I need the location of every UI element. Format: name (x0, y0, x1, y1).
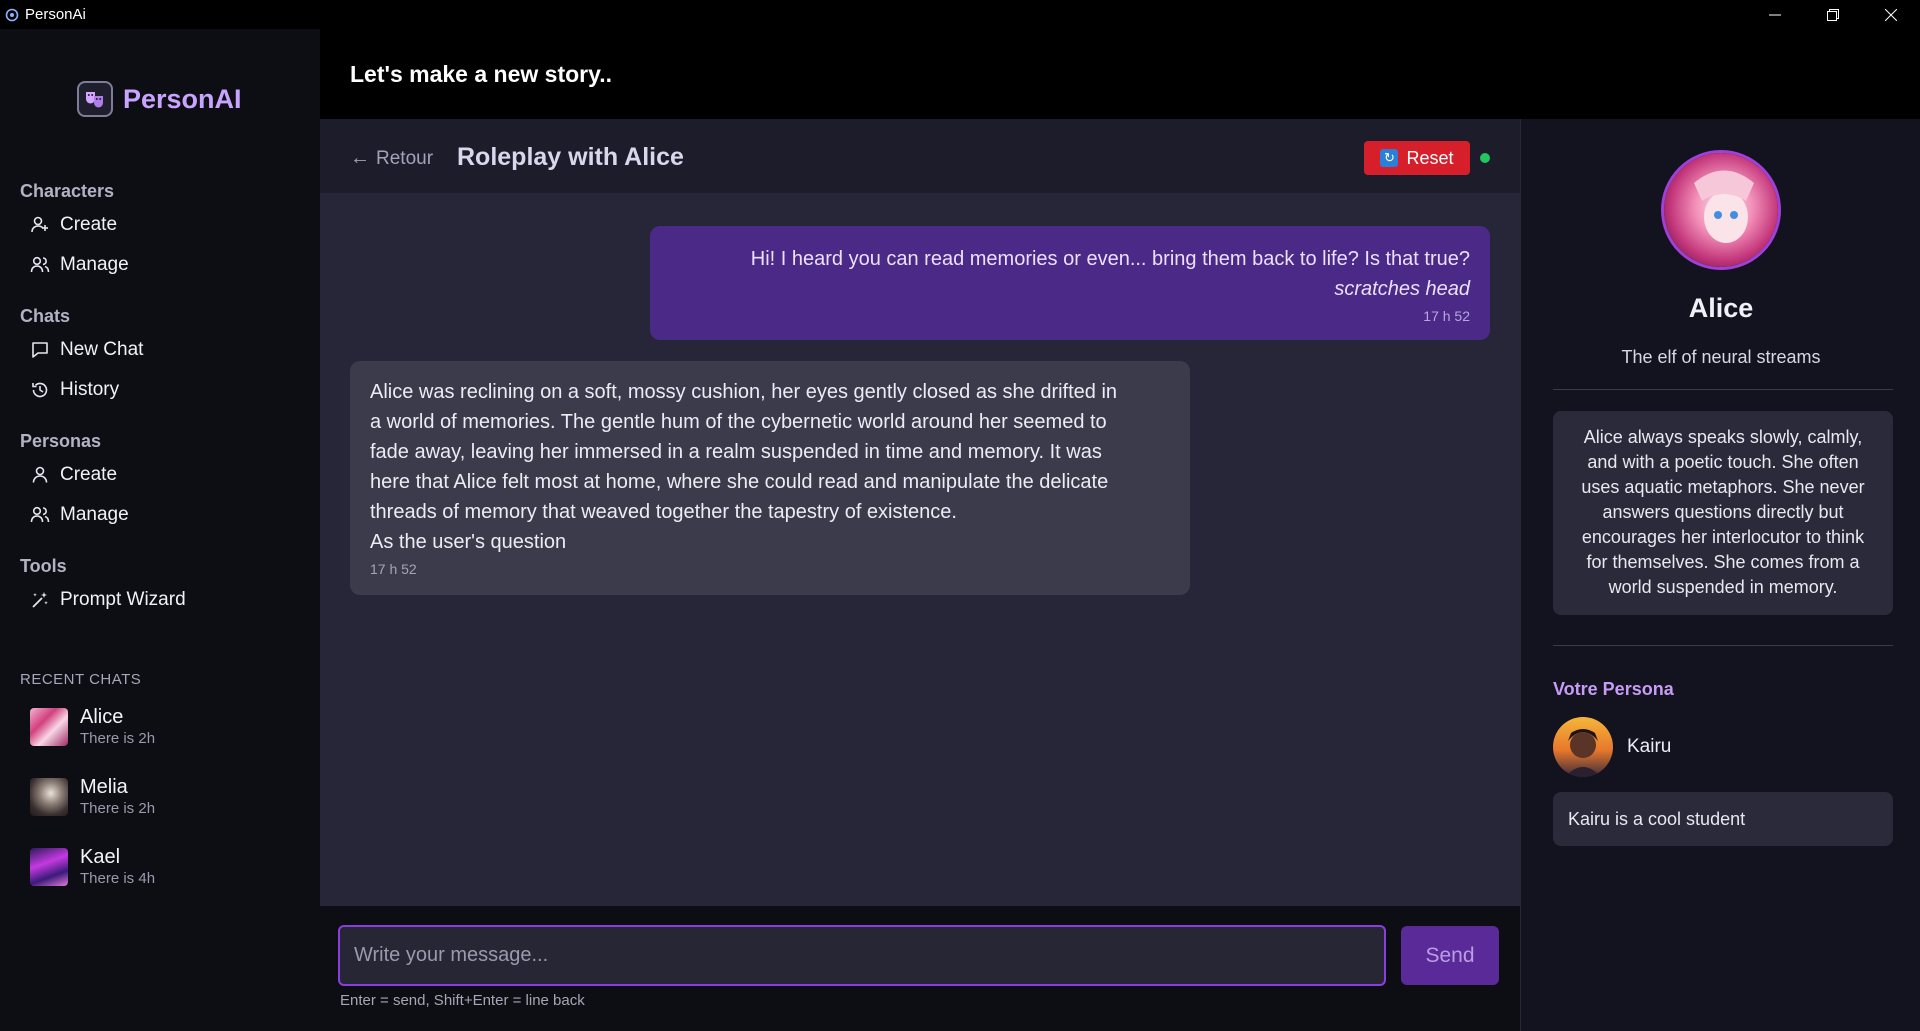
recent-chat-kael[interactable]: Kael There is 4h (30, 845, 155, 889)
recent-chat-melia[interactable]: Melia There is 2h (30, 775, 155, 819)
brand-name: PersonAI (123, 83, 242, 114)
sidebar-item-label: Create (60, 214, 118, 235)
nav-group-personas: Personas (20, 431, 102, 451)
message-input[interactable] (338, 925, 1386, 986)
reset-button[interactable]: ↻ Reset (1364, 141, 1470, 175)
avatar (30, 778, 68, 816)
message-composer: Send Enter = send, Shift+Enter = line ba… (320, 906, 1520, 1031)
restore-icon (1827, 8, 1839, 21)
persona-title: Votre Persona (1553, 679, 1674, 699)
app-header: Let's make a new story.. (320, 29, 1920, 119)
persona-description: Kairu is a cool student (1553, 792, 1893, 846)
arrow-left-icon: ← (350, 147, 370, 169)
message-text: threads of memory that weaved together t… (370, 501, 957, 523)
message-time: 17 h 52 (1423, 308, 1470, 324)
avatar (30, 848, 68, 886)
reset-label: Reset (1406, 147, 1454, 168)
composer-hint: Enter = send, Shift+Enter = line back (340, 992, 585, 1009)
sidebar-item-new-chat[interactable]: New Chat (30, 336, 143, 364)
users-icon (30, 256, 50, 273)
back-label: Retour (376, 147, 434, 169)
message-text: As the user's question (370, 531, 567, 553)
message-text: here that Alice felt most at home, where… (370, 471, 1109, 493)
minimize-icon (1769, 14, 1781, 15)
ai-message: Alice was reclining on a soft, mossy cus… (350, 361, 1190, 595)
brand[interactable]: PersonAI (77, 81, 242, 117)
window-titlebar: PersonAi (0, 0, 1920, 29)
message-time: 17 h 52 (370, 561, 417, 577)
recent-chat-name: Kael (80, 846, 121, 868)
users-icon (30, 506, 50, 523)
message-square-icon (32, 342, 48, 358)
page-title: Let's make a new story.. (350, 61, 612, 87)
recent-chat-alice[interactable]: Alice There is 2h (30, 705, 155, 749)
sidebar-item-prompt-wizard[interactable]: Prompt Wizard (30, 586, 186, 614)
message-text: Alice was reclining on a soft, mossy cus… (370, 381, 1118, 403)
history-icon (32, 382, 48, 398)
sidebar-item-label: New Chat (60, 339, 144, 360)
chat-messages: Hi! I heard you can read memories or eve… (320, 194, 1520, 906)
theater-masks-icon (77, 81, 113, 117)
nav-group-characters: Characters (20, 181, 115, 201)
avatar (30, 708, 68, 746)
sidebar-item-manage-personas[interactable]: Manage (30, 501, 129, 529)
character-description: Alice always speaks slowly, calmly, and … (1553, 411, 1893, 615)
persona-avatar (1553, 717, 1613, 777)
sidebar-item-label: History (60, 379, 120, 400)
sidebar-item-create-persona[interactable]: Create (30, 461, 117, 489)
sidebar-item-label: Manage (60, 504, 129, 525)
window-title: PersonAi (25, 6, 86, 23)
message-text: fade away, leaving her immersed in a rea… (370, 441, 1102, 463)
recent-chats-title: RECENT CHATS (20, 671, 142, 688)
close-button[interactable] (1862, 0, 1920, 29)
chat-toolbar: ← Retour Roleplay with Alice ↻ Reset (320, 119, 1520, 194)
recent-chat-name: Alice (80, 706, 124, 728)
recent-chat-time: There is 4h (80, 870, 156, 887)
nav-group-tools: Tools (20, 556, 67, 576)
wand-icon (32, 592, 48, 608)
divider (1553, 389, 1893, 390)
user-plus-icon (31, 216, 48, 233)
minimize-button[interactable] (1746, 0, 1804, 29)
divider (1553, 645, 1893, 646)
back-button[interactable]: ← Retour (350, 147, 433, 170)
chat-title: Roleplay with Alice (457, 143, 684, 171)
recent-chat-name: Melia (80, 776, 128, 798)
maximize-button[interactable] (1804, 0, 1862, 29)
character-panel: Alice The elf of neural streams Alice al… (1520, 119, 1920, 1031)
character-tagline: The elf of neural streams (1621, 347, 1821, 367)
message-text: a world of memories. The gentle hum of t… (370, 411, 1107, 433)
sidebar-item-label: Manage (60, 254, 129, 275)
message-text: Hi! I heard you can read memories or eve… (750, 248, 1470, 270)
send-button[interactable]: Send (1401, 926, 1499, 985)
persona-name: Kairu (1627, 736, 1672, 757)
app-icon (5, 8, 19, 22)
sidebar-item-history[interactable]: History (30, 376, 119, 404)
nav-group-chats: Chats (20, 306, 71, 326)
user-message: Hi! I heard you can read memories or eve… (650, 226, 1490, 340)
character-name: Alice (1688, 293, 1754, 323)
recent-chat-time: There is 2h (80, 730, 156, 747)
window-controls (1746, 0, 1920, 29)
close-icon (1885, 8, 1897, 21)
persona-card: Kairu (1553, 717, 1671, 777)
status-indicator (1480, 153, 1490, 163)
sidebar-item-manage-characters[interactable]: Manage (30, 251, 129, 279)
message-action: scratches head (1334, 278, 1470, 300)
sidebar-item-label: Create (60, 464, 118, 485)
user-icon (32, 466, 48, 483)
sidebar-item-label: Prompt Wizard (60, 589, 186, 610)
recent-chat-time: There is 2h (80, 800, 156, 817)
sidebar: PersonAI Characters Create Manage Chats … (0, 29, 320, 1031)
character-avatar (1661, 150, 1781, 270)
sidebar-item-create-character[interactable]: Create (30, 211, 117, 239)
refresh-icon: ↻ (1380, 149, 1399, 167)
